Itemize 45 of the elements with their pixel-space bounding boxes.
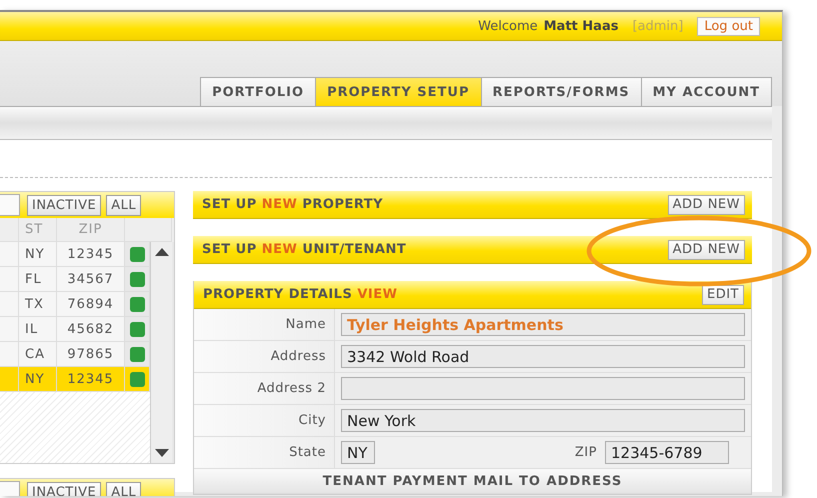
welcome-text: Welcome	[478, 18, 538, 34]
edit-button[interactable]: EDIT	[702, 284, 744, 304]
table-cell: 34567	[57, 267, 125, 292]
section-title: PROPERTY DETAILS VIEW	[203, 287, 398, 302]
nav-tab[interactable]: MY ACCOUNT	[642, 78, 771, 106]
table-cell: CA	[19, 342, 57, 367]
filter-button[interactable]: INACTIVE	[27, 482, 102, 496]
logout-button[interactable]: Log out	[697, 16, 760, 36]
table-cell: NY	[19, 242, 57, 267]
field-label: Name	[194, 309, 335, 340]
field-label: Address	[194, 341, 335, 372]
add-new-button[interactable]: ADD NEW	[668, 240, 745, 260]
field-label: City	[194, 405, 335, 436]
table-cell: FL	[19, 267, 57, 292]
table-cell: 45682	[57, 317, 125, 342]
input-field[interactable]: 12345-6789	[605, 441, 729, 464]
input-field[interactable]: 3342 Wold Road	[341, 345, 745, 368]
input-field[interactable]: NY	[341, 441, 375, 464]
input-field[interactable]: New York	[341, 409, 745, 432]
section-subheading: TENANT PAYMENT MAIL TO ADDRESS	[322, 474, 622, 488]
nav-tab[interactable]: REPORTS/FORMS	[482, 78, 642, 106]
scroll-up-icon[interactable]	[154, 248, 168, 256]
table-cell: 12345	[57, 242, 125, 267]
nav-tab[interactable]: PROPERTY SETUP	[316, 78, 482, 106]
scrollbar[interactable]	[150, 242, 172, 463]
field-label: Address 2	[194, 373, 335, 404]
section-title: SET UP NEW PROPERTY	[202, 197, 384, 212]
field-label: ZIP	[574, 445, 598, 460]
field-label: State	[194, 437, 335, 468]
table-cell: 12345	[57, 367, 125, 392]
user-role: [admin]	[632, 18, 684, 34]
user-name: Matt Haas	[544, 18, 618, 34]
nav-tab[interactable]: PORTFOLIO	[201, 78, 316, 106]
filter-button[interactable]: INACTIVE	[27, 194, 102, 216]
section-title: SET UP NEW UNIT/TENANT	[202, 242, 406, 257]
table-cell: 76894	[57, 292, 125, 317]
scroll-down-icon[interactable]	[154, 449, 168, 457]
table-cell: NY	[19, 367, 57, 392]
table-cell: TX	[19, 292, 57, 317]
filter-button[interactable]: ALL	[106, 482, 142, 496]
add-new-button[interactable]: ADD NEW	[668, 194, 745, 214]
table-cell: 97865	[57, 342, 125, 367]
input-field[interactable]	[341, 377, 745, 400]
filter-button[interactable]: ALL	[106, 194, 142, 216]
table-cell: IL	[19, 317, 57, 342]
